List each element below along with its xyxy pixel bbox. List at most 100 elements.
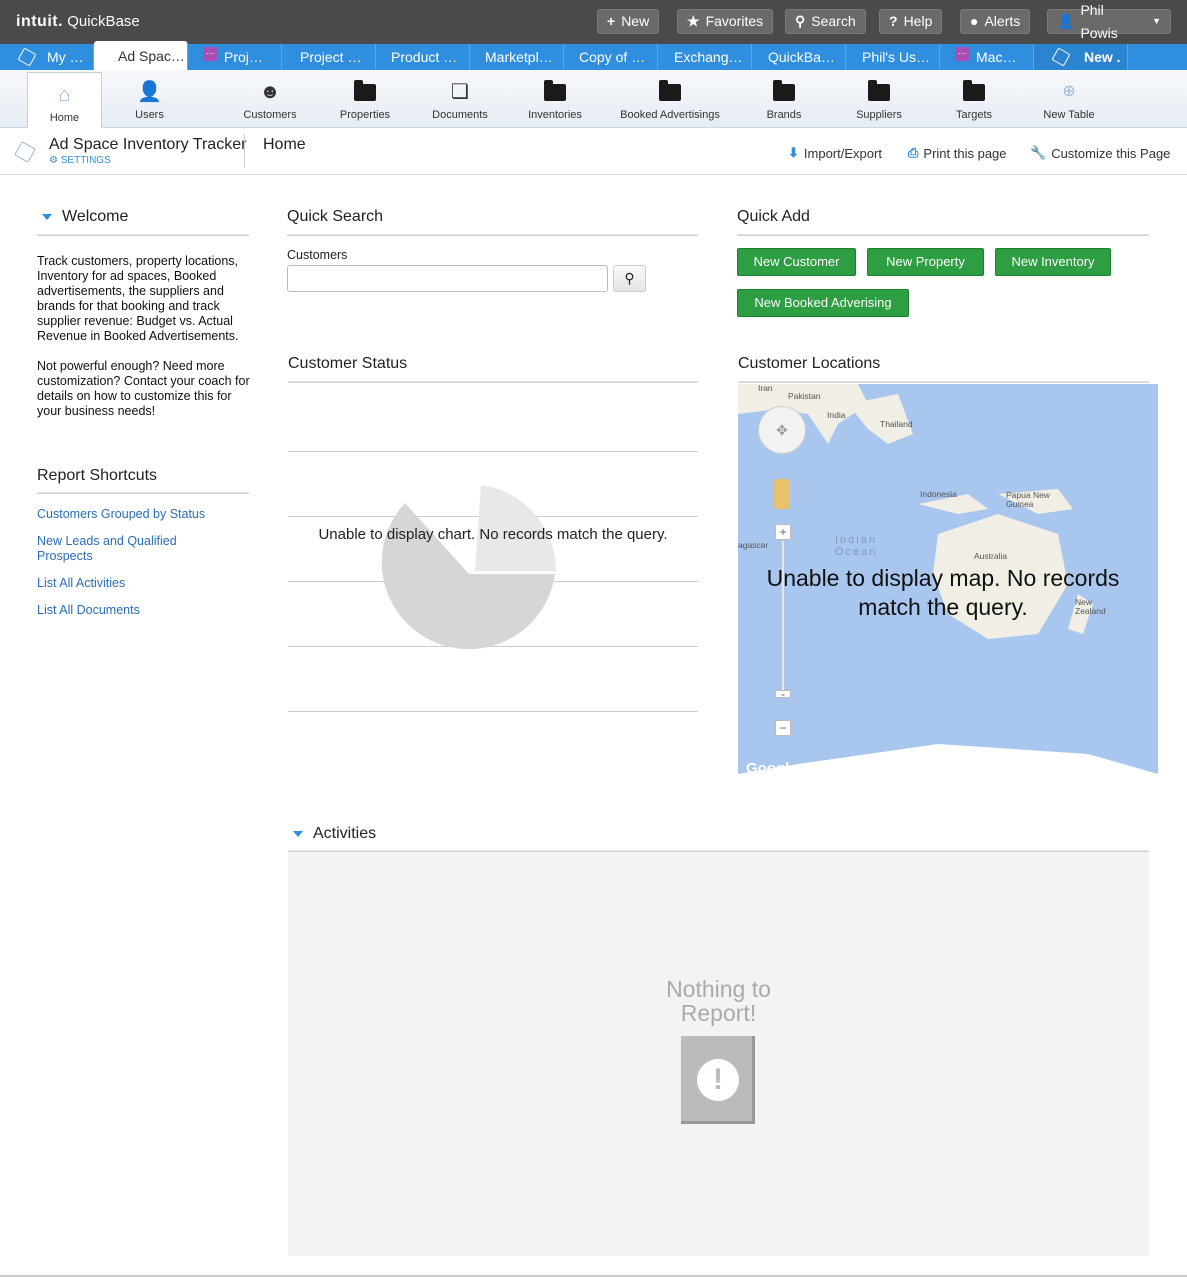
star-icon: ★ xyxy=(687,13,700,29)
tab-marketplace[interactable]: Marketpl… xyxy=(470,44,564,70)
divider xyxy=(37,492,249,494)
tab-copy-of[interactable]: Copy of … xyxy=(564,44,658,70)
settings-link[interactable]: ⚙ SETTINGS xyxy=(49,155,111,166)
toolbar-brands[interactable]: Brands xyxy=(746,70,822,128)
empty-pie-icon xyxy=(381,485,556,650)
toolbar-suppliers[interactable]: Suppliers xyxy=(841,70,917,128)
divider xyxy=(737,234,1149,236)
shortcut-link[interactable]: List All Activities xyxy=(37,576,237,591)
tab-ad-space[interactable]: Ad Spac… xyxy=(94,41,188,70)
zoom-out-button[interactable]: − xyxy=(775,720,791,736)
google-logo: Google xyxy=(746,760,798,777)
quick-add-title: Quick Add xyxy=(737,208,810,225)
map-label: agascar xyxy=(738,540,769,550)
tab-proj[interactable]: … Proj… xyxy=(188,44,282,70)
smiley-icon: ☻ xyxy=(259,81,281,103)
toolbar-documents[interactable]: ❏ Documents xyxy=(422,70,498,128)
shortcut-link[interactable]: New Leads and Qualified Prospects xyxy=(37,534,207,564)
app-icon: … xyxy=(955,47,969,61)
new-app-icon xyxy=(1051,47,1071,67)
activities-title[interactable]: Activities xyxy=(293,825,376,843)
toolbar-home[interactable]: ⌂ Home xyxy=(27,72,102,128)
import-icon: ⬇ xyxy=(788,145,799,160)
toolbar-properties[interactable]: Properties xyxy=(327,70,403,128)
search-icon: ⚲ xyxy=(795,13,806,29)
map-empty-message: Unable to display map. No records match … xyxy=(766,565,1120,620)
favorites-button[interactable]: ★ Favorites xyxy=(677,9,774,34)
new-booked-advertising-button[interactable]: New Booked Adverising xyxy=(737,289,909,317)
breadcrumb-divider xyxy=(244,134,245,168)
welcome-title[interactable]: Welcome xyxy=(42,208,128,226)
zoom-in-button[interactable]: + xyxy=(775,524,791,540)
new-property-button[interactable]: New Property xyxy=(867,248,984,276)
zoom-slider-handle[interactable]: - xyxy=(775,688,791,700)
exclamation-icon: ! xyxy=(697,1059,739,1101)
map-label: Papua New Guinea xyxy=(1006,490,1050,509)
shortcut-link[interactable]: Customers Grouped by Status xyxy=(37,507,237,522)
welcome-text: Track customers, property locations, Inv… xyxy=(37,254,252,419)
toolbar-new-table[interactable]: ⊕ New Table xyxy=(1031,70,1107,128)
map-label: India xyxy=(827,410,846,420)
empty-report-icon: ! xyxy=(681,1036,755,1124)
customer-status-chart: Unable to display chart. No records matc… xyxy=(288,384,698,712)
welcome-paragraph: Track customers, property locations, Inv… xyxy=(37,254,239,343)
activities-report: Nothing to Report! ! xyxy=(288,852,1149,1256)
new-button[interactable]: + New xyxy=(597,9,660,34)
tab-exchange[interactable]: Exchang… xyxy=(658,44,752,70)
print-page-link[interactable]: ⎙ Print this page xyxy=(908,145,1007,161)
toolbar-booked-advertisings[interactable]: Booked Advertisings xyxy=(612,70,728,128)
new-inventory-button[interactable]: New Inventory xyxy=(995,248,1111,276)
documents-icon: ❏ xyxy=(451,81,469,103)
tab-my[interactable]: My … xyxy=(0,44,94,70)
street-view-icon[interactable] xyxy=(774,479,790,509)
app-title[interactable]: Ad Space Inventory Tracker xyxy=(49,136,246,154)
shortcut-link[interactable]: List All Documents xyxy=(37,603,237,618)
gear-icon: ⚙ xyxy=(49,155,61,166)
chevron-down-icon: ▼ xyxy=(1152,16,1161,26)
search-button[interactable]: ⚲ Search xyxy=(785,9,866,34)
tab-quickbase[interactable]: QuickBa… xyxy=(752,44,846,70)
customize-page-link[interactable]: 🔧 Customize this Page xyxy=(1030,145,1170,161)
import-export-link[interactable]: ⬇ Import/Export xyxy=(788,145,882,161)
logo-product: QuickBase xyxy=(67,13,140,30)
tab-new-app[interactable]: New . xyxy=(1034,44,1128,70)
page-title: Home xyxy=(263,136,306,153)
empty-report-message: Nothing to Report! xyxy=(666,976,771,1026)
customer-locations-title: Customer Locations xyxy=(738,355,881,372)
collapse-icon xyxy=(293,830,303,837)
home-icon: ⌂ xyxy=(58,84,71,106)
chart-empty-message: Unable to display chart. No records matc… xyxy=(318,526,668,543)
tab-mac[interactable]: … Mac… xyxy=(940,44,1034,70)
tab-product[interactable]: Product … xyxy=(376,44,470,70)
app-tabs: My … Ad Spac… … Proj… Project … Product …… xyxy=(0,41,1187,70)
map-label: Indian Ocean xyxy=(835,534,878,558)
folder-icon xyxy=(841,80,917,104)
toolbar-inventories[interactable]: Inventories xyxy=(517,70,593,128)
help-button[interactable]: ? Help xyxy=(879,9,943,34)
welcome-paragraph: Not powerful enough? Need more customiza… xyxy=(37,359,250,418)
search-submit-button[interactable]: ⚲ xyxy=(613,265,646,292)
quickbase-logo[interactable]: intuit. QuickBase xyxy=(16,13,140,31)
customer-locations-map[interactable]: Iran Pakistan India Thailand Indonesia P… xyxy=(738,384,1158,786)
map-label: Thailand xyxy=(880,419,913,429)
tab-phils-users[interactable]: Phil's Us… xyxy=(846,44,940,70)
user-menu-button[interactable]: 👤 Phil Powis ▼ xyxy=(1047,2,1171,41)
map-label: Indonesia xyxy=(920,489,957,499)
toolbar-targets[interactable]: Targets xyxy=(936,70,1012,128)
table-toolbar: ⌂ Home 👤 Users ☻ Customers Properties ❏ Docu… xyxy=(0,70,1187,128)
map-label: Iran xyxy=(758,384,773,393)
alerts-button[interactable]: ● Alerts xyxy=(960,9,1031,34)
search-input[interactable] xyxy=(287,265,608,292)
app-icon: … xyxy=(203,47,217,61)
toolbar-users[interactable]: 👤 Users xyxy=(112,70,187,128)
toolbar-customers[interactable]: ☻ Customers xyxy=(232,70,308,128)
print-icon: ⎙ xyxy=(908,145,919,160)
new-customer-button[interactable]: New Customer xyxy=(737,248,856,276)
map-pan-control[interactable]: ✥ xyxy=(758,406,806,454)
divider xyxy=(738,381,1149,383)
cube-icon xyxy=(14,141,36,163)
map-label: Australia xyxy=(974,551,1008,561)
add-icon: ⊕ xyxy=(1062,83,1076,100)
tab-project[interactable]: Project … xyxy=(282,44,376,70)
logo-brand: intuit. xyxy=(16,13,64,30)
